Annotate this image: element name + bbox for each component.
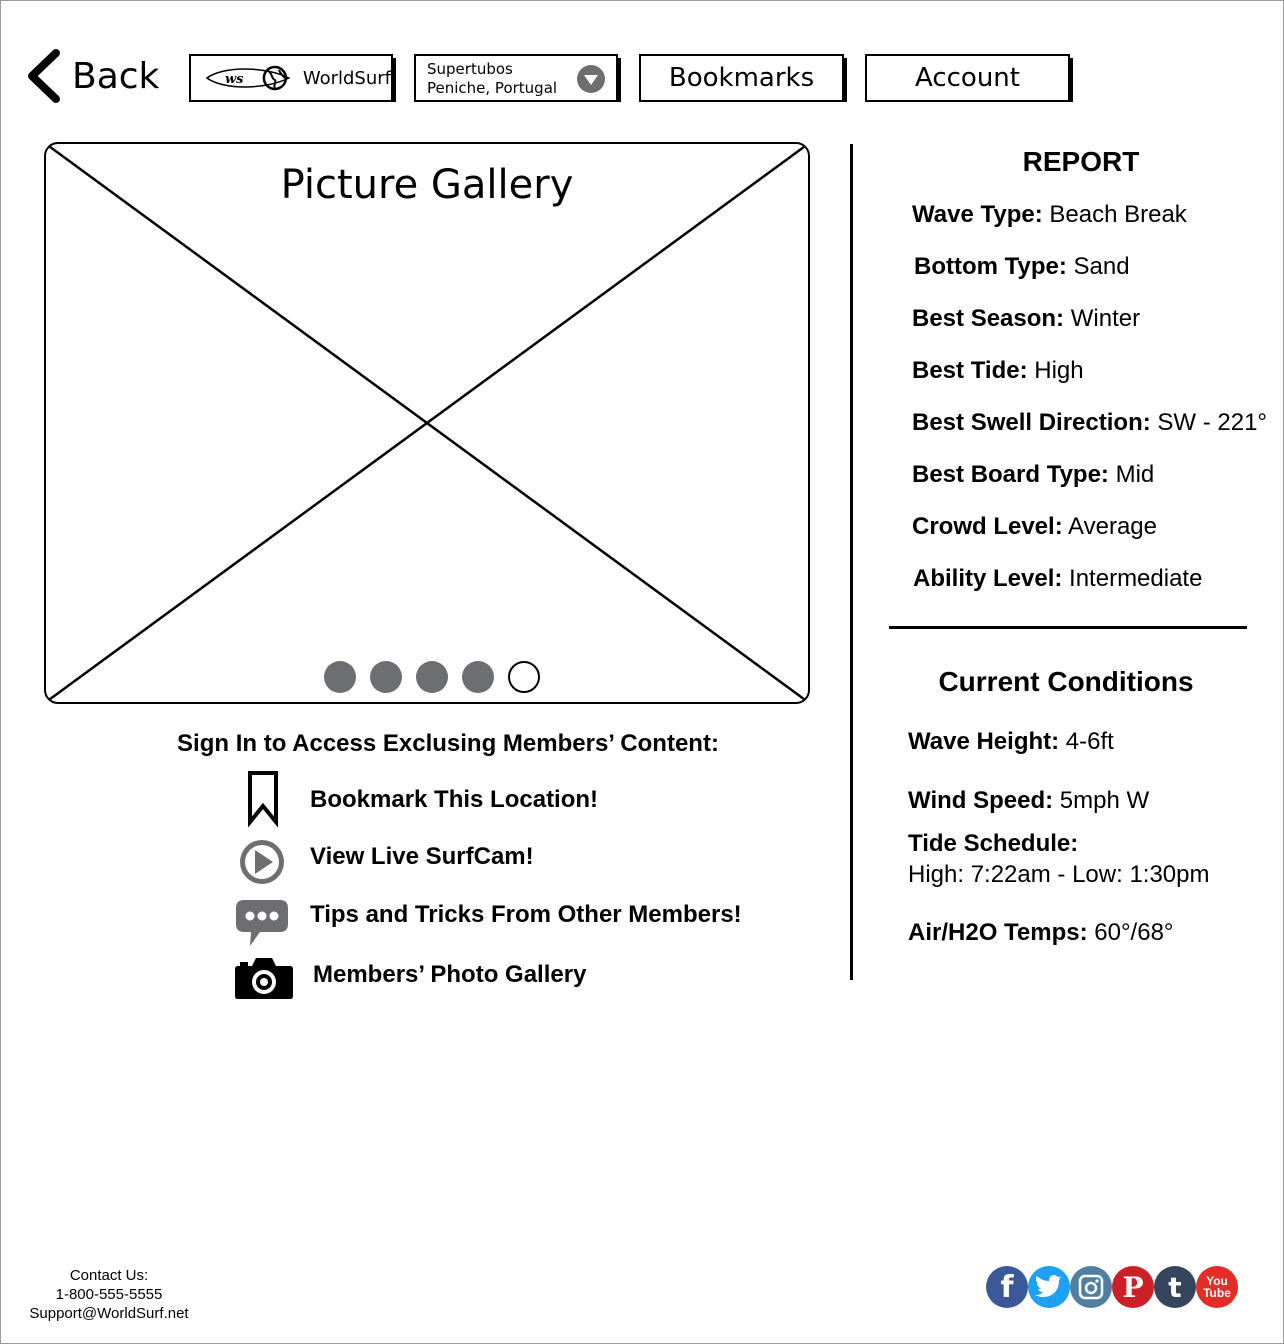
chat-bubble-icon[interactable] (234, 898, 290, 948)
location-region: Peniche, Portugal (427, 79, 558, 97)
bookmarks-button[interactable]: Bookmarks (639, 54, 847, 102)
account-button[interactable]: Account (865, 54, 1073, 102)
instagram-icon[interactable] (1070, 1266, 1112, 1308)
contact-email[interactable]: Support@WorldSurf.net (0, 1304, 218, 1323)
twitter-icon[interactable] (1028, 1266, 1070, 1308)
column-divider (850, 144, 853, 980)
contact-label: Contact Us: (69, 1267, 149, 1284)
report-row: Ability Level: Intermediate (913, 565, 1203, 592)
gallery-dot[interactable] (324, 661, 356, 693)
gallery-title: Picture Gallery (280, 162, 574, 208)
conditions-title: Current Conditions (938, 666, 1194, 697)
pinterest-icon[interactable]: P (1112, 1266, 1154, 1308)
contact-info: Contact Us: 1-800-555-5555 Support@World… (0, 1266, 218, 1323)
chevron-left-icon (28, 49, 60, 103)
feature-live-surfcam[interactable]: View Live SurfCam! (310, 843, 534, 871)
tumblr-icon[interactable]: t (1154, 1266, 1196, 1308)
logo-text: WorldSurf (302, 67, 391, 89)
account-label: Account (915, 63, 1020, 93)
members-heading: Sign In to Access Exclusing Members’ Con… (177, 730, 719, 757)
dropdown-arrow-icon[interactable] (576, 64, 606, 94)
tide-schedule-value: High: 7:22am - Low: 1:30pm (908, 861, 1210, 888)
feature-tips-tricks[interactable]: Tips and Tricks From Other Members! (310, 901, 742, 929)
bookmarks-label: Bookmarks (668, 63, 815, 93)
picture-gallery[interactable]: Picture Gallery (44, 142, 810, 704)
back-label: Back (72, 55, 160, 97)
wave-height: Wave Height: 4-6ft (908, 728, 1114, 755)
report-row: Best Swell Direction: SW - 221° (912, 409, 1268, 436)
gallery-dot[interactable] (370, 661, 402, 693)
feature-bookmark-location[interactable]: Bookmark This Location! (310, 786, 598, 814)
bookmark-icon[interactable] (246, 770, 280, 828)
feature-members-photo-gallery[interactable]: Members’ Photo Gallery (313, 961, 586, 989)
report-row: Wave Type: Beach Break (912, 201, 1187, 228)
gallery-dot[interactable] (462, 661, 494, 693)
wind-speed: Wind Speed: 5mph W (908, 787, 1150, 814)
svg-text:ws: ws (225, 72, 244, 87)
report-row: Best Board Type: Mid (912, 461, 1155, 488)
report-row: Bottom Type: Sand (914, 253, 1130, 280)
facebook-icon[interactable]: f (986, 1266, 1028, 1308)
surfboard-globe-icon: ws (205, 65, 291, 91)
section-divider (889, 626, 1247, 629)
gallery-dot[interactable] (416, 661, 448, 693)
location-name: Supertubos (427, 60, 513, 78)
contact-phone[interactable]: 1-800-555-5555 (0, 1285, 218, 1304)
gallery-pagination (324, 661, 540, 693)
camera-icon[interactable] (234, 954, 294, 1000)
gallery-dot-active[interactable] (508, 661, 540, 693)
report-row: Best Tide: High (912, 357, 1084, 384)
back-button[interactable]: Back (24, 46, 164, 106)
location-select[interactable]: Supertubos Peniche, Portugal (414, 54, 621, 102)
youtube-icon[interactable]: You Tube (1196, 1266, 1238, 1308)
report-row: Crowd Level: Average (912, 513, 1158, 540)
air-water-temps: Air/H2O Temps: 60°/68° (908, 919, 1174, 946)
play-icon[interactable] (238, 838, 286, 886)
report-title: REPORT (1022, 146, 1140, 177)
logo[interactable]: ws WorldSurf (189, 54, 396, 102)
image-placeholder (46, 144, 808, 702)
tide-schedule-label: Tide Schedule: (908, 830, 1079, 857)
report-row: Best Season: Winter (912, 305, 1141, 332)
